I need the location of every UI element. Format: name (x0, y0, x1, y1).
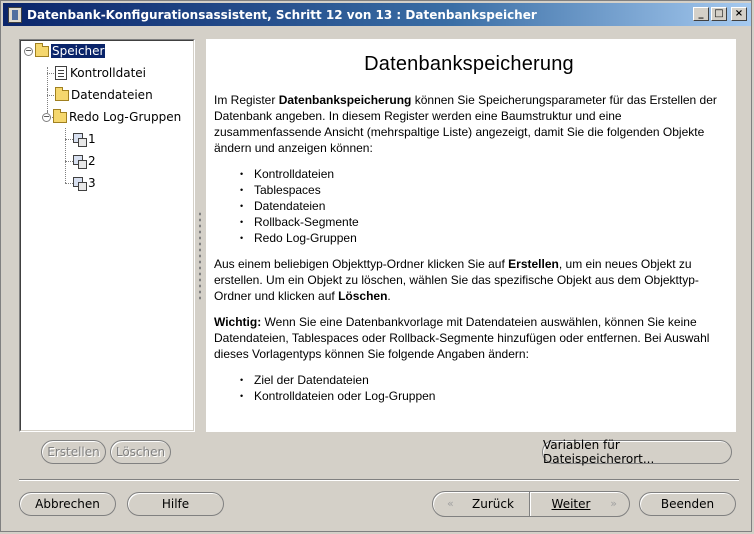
control-file-icon (55, 66, 67, 80)
tree-node-log-group-2[interactable]: 2 (73, 152, 96, 170)
chevron-left-icon: « (447, 497, 454, 510)
important-paragraph: Wichtig: Wenn Sie eine Datenbankvorlage … (214, 314, 724, 362)
tree-line (47, 67, 48, 89)
chevron-right-icon: » (610, 497, 617, 510)
bold-text: Erstellen (508, 257, 559, 271)
tree-line (65, 183, 73, 184)
next-label: Weiter (551, 497, 591, 511)
tree-node-control-file[interactable]: Kontrolldatei (55, 64, 146, 82)
window-controls: _ □ × (693, 7, 747, 21)
intro-paragraph: Im Register Datenbankspeicherung können … (214, 92, 724, 156)
text: . (387, 289, 391, 303)
tree-line (65, 128, 66, 183)
tree-node-label: 1 (88, 132, 96, 146)
create-button[interactable]: Erstellen (41, 440, 106, 464)
help-button[interactable]: Hilfe (127, 492, 224, 516)
list-item: Datendateien (240, 198, 724, 214)
folder-open-icon (53, 108, 67, 123)
text: Wenn Sie eine Datenbankvorlage mit Daten… (214, 315, 710, 361)
bold-text: Datenbankspeicherung (278, 93, 412, 107)
maximize-button[interactable]: □ (711, 7, 727, 21)
folder-open-icon (35, 42, 49, 57)
cancel-button[interactable]: Abbrechen (19, 492, 116, 516)
delete-button[interactable]: Löschen (110, 440, 171, 464)
log-group-icon (73, 154, 87, 169)
tree-node-label: 2 (88, 154, 96, 168)
object-list: Kontrolldateien Tablespaces Datendateien… (214, 166, 724, 246)
tree-node-label: Kontrolldatei (70, 66, 146, 80)
navigation-group: « Zurück Weiter » (432, 491, 630, 517)
tree-node-label: Datendateien (71, 88, 153, 102)
window-title: Datenbank-Konfigurationsassistent, Schri… (27, 7, 537, 22)
list-item: Redo Log-Gruppen (240, 230, 724, 246)
panel-splitter[interactable] (198, 211, 202, 301)
tree-line (65, 139, 73, 140)
tree-node-label: Speicher (49, 43, 107, 59)
bold-text: Löschen (338, 289, 388, 303)
tree-node-label: Redo Log-Gruppen (69, 110, 182, 124)
tree-node-log-group-1[interactable]: 1 (73, 130, 96, 148)
close-button[interactable]: × (731, 7, 747, 21)
list-item: Kontrolldateien oder Log-Gruppen (240, 388, 724, 404)
file-location-variables-button[interactable]: Variablen für Dateispeicherort... (542, 438, 732, 466)
folder-icon (55, 86, 69, 101)
wizard-window: Datenbank-Konfigurationsassistent, Schri… (0, 0, 752, 532)
log-group-icon (73, 132, 87, 147)
editable-list: Ziel der Datendateien Kontrolldateien od… (214, 372, 724, 404)
text: Aus einem beliebigen Objekttyp-Ordner kl… (214, 257, 509, 271)
collapse-toggle-icon[interactable]: − (42, 112, 51, 122)
next-button[interactable]: Weiter » (531, 492, 629, 516)
bold-text: Wichtig: (214, 315, 262, 329)
back-button[interactable]: « Zurück (433, 492, 529, 516)
list-item: Tablespaces (240, 182, 724, 198)
back-label: Zurück (472, 497, 514, 511)
tree-node-datafiles[interactable]: Datendateien (55, 86, 153, 104)
tree-node-log-group-3[interactable]: 3 (73, 174, 96, 192)
collapse-toggle-icon[interactable]: − (24, 46, 33, 56)
content-heading: Datenbankspeicherung (364, 53, 574, 75)
tree-node-label: 3 (88, 176, 96, 190)
list-item: Ziel der Datendateien (240, 372, 724, 388)
list-item: Rollback-Segmente (240, 214, 724, 230)
separator (19, 479, 739, 481)
log-group-icon (73, 176, 87, 191)
create-delete-paragraph: Aus einem beliebigen Objekttyp-Ordner kl… (214, 256, 724, 304)
text: Im Register (214, 93, 279, 107)
tree-node-redo-log-groups[interactable]: − Redo Log-Gruppen (42, 108, 181, 126)
tree-node-storage[interactable]: − Speicher (24, 42, 107, 60)
app-icon (8, 6, 22, 23)
minimize-button[interactable]: _ (693, 7, 709, 21)
list-item: Kontrolldateien (240, 166, 724, 182)
tree-line (65, 161, 73, 162)
storage-tree[interactable]: − Speicher Kontrolldatei Datendateien − … (19, 39, 195, 432)
finish-button[interactable]: Beenden (639, 492, 736, 516)
help-content: Datenbankspeicherung Im Register Datenba… (206, 39, 736, 432)
title-bar[interactable]: Datenbank-Konfigurationsassistent, Schri… (3, 3, 751, 26)
